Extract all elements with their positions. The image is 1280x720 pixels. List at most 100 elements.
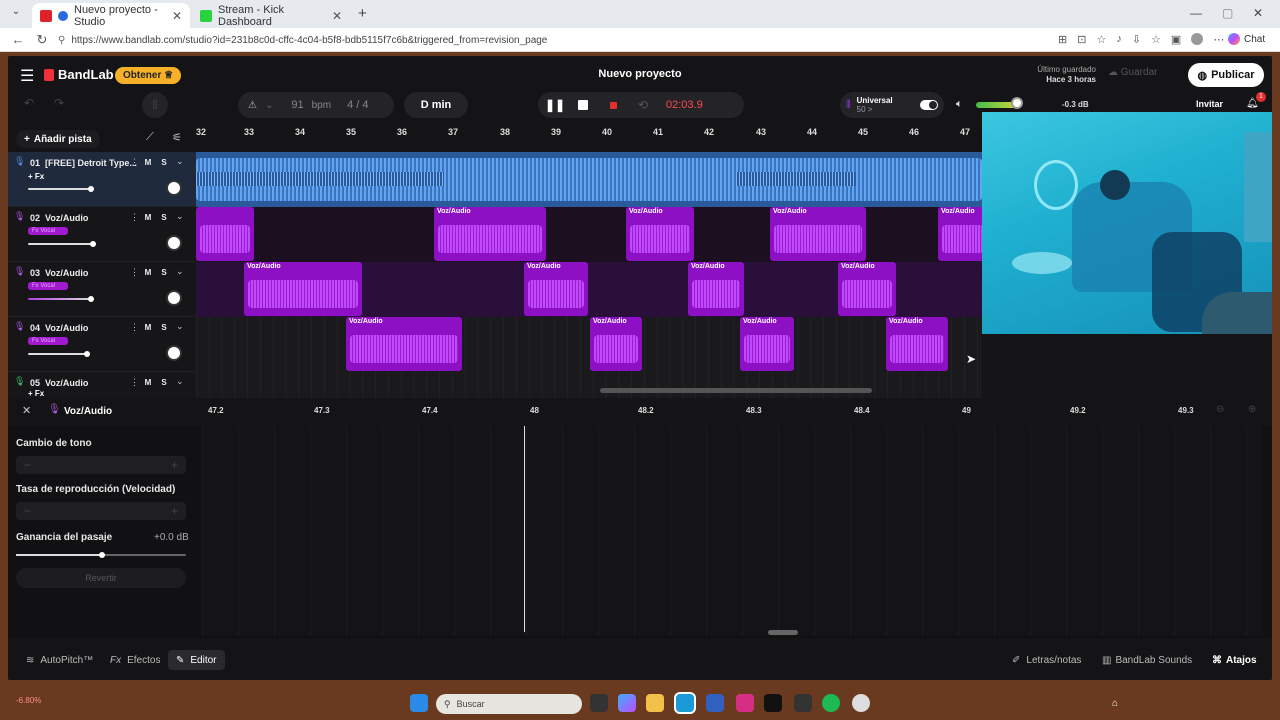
audio-clip[interactable]: Voz/Audio [346, 317, 462, 371]
audio-clip[interactable]: Voz/Audio [688, 262, 744, 316]
effects-button[interactable]: Fx Efectos [102, 650, 168, 670]
pan-knob[interactable] [166, 345, 182, 361]
solo-button[interactable]: S [157, 267, 171, 279]
favorite-icon[interactable]: ☆ [1096, 33, 1106, 46]
fx-chip[interactable]: Fx Vocal [28, 227, 68, 235]
vocal-lane[interactable]: Voz/Audio Voz/Audio Voz/Audio Voz/Audio [196, 262, 982, 317]
chevron-down-icon[interactable]: ⌄ [176, 321, 184, 332]
metronome-icon[interactable]: ⚠ [248, 100, 257, 111]
extension-icon[interactable]: ⊞ [1058, 33, 1067, 46]
collections-icon[interactable]: ☆ [1151, 33, 1161, 46]
plus-icon[interactable]: + [171, 458, 178, 472]
track-volume-slider[interactable] [28, 298, 92, 300]
new-tab-icon[interactable]: + [358, 5, 367, 22]
track-name[interactable]: 05 Voz/Audio [30, 378, 88, 388]
tab-kick[interactable]: Stream - Kick Dashboard ✕ [192, 3, 350, 28]
tiktok-icon[interactable] [764, 694, 782, 712]
copilot-chat-button[interactable]: Chat [1228, 33, 1265, 45]
close-window-icon[interactable]: ✕ [1253, 6, 1263, 20]
track-volume-slider[interactable] [28, 188, 92, 190]
editor-grid[interactable] [202, 426, 1262, 636]
loop-icon[interactable]: ⟲ [628, 98, 658, 112]
undo-icon[interactable]: ↶ [24, 96, 34, 110]
invite-button[interactable]: Invitar [1196, 99, 1223, 109]
file-explorer-icon[interactable] [646, 694, 664, 712]
audio-clip[interactable]: Voz/Audio [626, 207, 694, 261]
chevron-down-icon[interactable]: ⌄ [176, 211, 184, 222]
mic-icon[interactable]: ♪ [1116, 33, 1122, 46]
pause-icon[interactable]: ❚❚ [542, 98, 568, 112]
plus-icon[interactable]: + [171, 504, 178, 518]
store-icon[interactable] [706, 694, 724, 712]
tab-list-icon[interactable]: ⌄ [8, 6, 24, 22]
tab-bandlab[interactable]: Nuevo proyecto - Studio ✕ [32, 3, 190, 28]
chevron-down-icon[interactable]: ⌄ [176, 266, 184, 277]
lyrics-button[interactable]: ✐ Letras/notas [1004, 650, 1089, 670]
audio-clip[interactable] [196, 207, 254, 261]
audio-clip[interactable]: Voz/Audio [524, 262, 588, 316]
automation-icon[interactable]: ⟋ [146, 131, 154, 144]
track-name[interactable]: 04 Voz/Audio [30, 323, 88, 333]
autopitch-button[interactable]: ≋ AutoPitch™ [18, 650, 101, 670]
mute-button[interactable]: M [141, 377, 155, 389]
reload-icon[interactable]: ↻ [34, 32, 50, 48]
bpm-value[interactable]: 91 [291, 99, 303, 111]
fx-button[interactable]: + Fx [28, 389, 44, 398]
revert-button[interactable]: Revertir [16, 568, 186, 588]
vocal-lane[interactable]: Voz/Audio Voz/Audio Voz/Audio Voz/Audio [196, 207, 982, 262]
preset-toggle[interactable] [920, 100, 938, 110]
zoom-in-icon[interactable]: ⊕ [1248, 404, 1256, 415]
obs-icon[interactable] [852, 694, 870, 712]
audio-clip[interactable]: Voz/Audio [886, 317, 948, 371]
vocal-lane[interactable]: Voz/Audio Voz/Audio Voz/Audio Voz/Audio [196, 317, 982, 372]
solo-button[interactable]: S [157, 377, 171, 389]
zoom-out-icon[interactable]: ⊖ [1216, 404, 1224, 415]
track-row[interactable]: 🎙︎ 01 [FREE] Detroit Type... ⋮ M S ⌄ + F… [8, 152, 196, 207]
maximize-icon[interactable]: ▢ [1222, 6, 1233, 20]
key-selector[interactable]: D min [404, 92, 468, 118]
track-menu-icon[interactable]: ⋮ [130, 212, 139, 223]
audio-clip[interactable]: Voz/Audio [590, 317, 642, 371]
mute-button[interactable]: M [141, 267, 155, 279]
minus-icon[interactable]: − [24, 458, 31, 472]
track-row[interactable]: 🎙︎ 02 Voz/Audio ⋮ M S ⌄ Fx Vocal [8, 207, 196, 262]
record-icon[interactable] [598, 101, 628, 109]
track-name[interactable]: 03 Voz/Audio [30, 268, 88, 278]
beat-clip[interactable] [196, 152, 982, 207]
track-row[interactable]: 🎙︎ 05 Voz/Audio ⋮ M S ⌄ + Fx [8, 372, 196, 398]
url-field[interactable]: ⚲ https://www.bandlab.com/studio?id=231b… [58, 30, 1048, 50]
stock-widget[interactable]: -6.80% [16, 696, 41, 705]
close-icon[interactable]: ✕ [332, 9, 342, 23]
windows-start-icon[interactable] [410, 694, 428, 712]
stop-icon[interactable] [568, 100, 598, 110]
track-name[interactable]: 02 Voz/Audio [30, 213, 88, 223]
slider-knob[interactable] [88, 186, 94, 192]
project-title[interactable]: Nuevo proyecto [540, 68, 740, 80]
slider-knob[interactable] [84, 351, 90, 357]
track-volume-slider[interactable] [28, 243, 94, 245]
tracks-settings-icon[interactable]: ⚟ [172, 131, 182, 144]
fx-button[interactable]: + Fx [28, 172, 44, 181]
mute-button[interactable]: M [141, 322, 155, 334]
editor-playhead[interactable] [524, 426, 525, 632]
close-icon[interactable]: ✕ [172, 9, 182, 23]
audio-clip[interactable]: Voz/Audio [770, 207, 866, 261]
pan-knob[interactable] [166, 290, 182, 306]
track-menu-icon[interactable]: ⋮ [130, 322, 139, 333]
redo-icon[interactable]: ↷ [54, 96, 64, 110]
slider-knob[interactable] [90, 241, 96, 247]
pan-knob[interactable] [166, 180, 182, 196]
track-name[interactable]: 01 [FREE] Detroit Type... [30, 158, 137, 168]
back-icon[interactable]: ← [10, 32, 26, 47]
network-icon[interactable]: ⌂ [1112, 698, 1118, 709]
fx-chip[interactable]: Fx Vocal [28, 282, 68, 290]
app-icon[interactable] [794, 694, 812, 712]
spotify-icon[interactable] [822, 694, 840, 712]
time-signature[interactable]: 4 / 4 [347, 99, 368, 111]
copilot-icon[interactable] [618, 694, 636, 712]
chevron-down-icon[interactable]: ⌄ [176, 376, 184, 387]
site-info-icon[interactable]: ⚲ [58, 35, 65, 46]
chevron-down-icon[interactable]: ⌄ [176, 156, 184, 167]
audio-clip[interactable]: Voz/Audio [740, 317, 794, 371]
wallet-icon[interactable]: ▣ [1171, 33, 1181, 46]
